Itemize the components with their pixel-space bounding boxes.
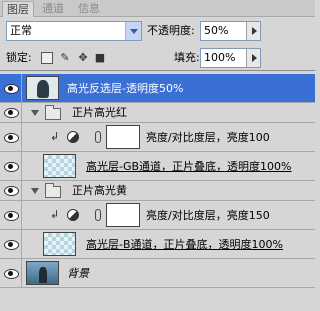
tab-layers[interactable]: 图层	[2, 1, 34, 17]
layers-list: 高光反选层-透明度50% 正片高光红 ↲ 亮度/对比度层，亮度100 高光层-G…	[0, 70, 315, 311]
row-separator	[21, 123, 22, 151]
lock-fill-row: 锁定: ✎ ✥ ■ 填充: 100%	[0, 47, 315, 69]
row-separator	[21, 152, 22, 180]
chevron-down-icon[interactable]	[125, 22, 141, 40]
visibility-eye-icon[interactable]	[3, 160, 19, 174]
group-row[interactable]: 正片高光红	[0, 103, 315, 123]
visibility-eye-icon[interactable]	[3, 184, 19, 198]
folder-icon	[45, 105, 61, 120]
opacity-label: 不透明度:	[147, 24, 195, 37]
clipping-arrow-icon: ↲	[50, 130, 60, 143]
layer-row[interactable]: 背景	[0, 259, 315, 288]
row-separator	[21, 259, 22, 287]
panel-tabs: 图层 通道 信息	[0, 0, 315, 17]
link-chain-icon[interactable]	[95, 131, 101, 143]
layer-name: 亮度/对比度层，亮度100	[146, 131, 270, 144]
brightness-contrast-icon	[67, 209, 79, 221]
opacity-slider-arrow-icon[interactable]	[246, 22, 260, 40]
row-separator	[21, 74, 22, 102]
visibility-eye-icon[interactable]	[3, 267, 19, 281]
visibility-eye-icon[interactable]	[3, 131, 19, 145]
row-separator	[21, 201, 22, 229]
row-separator	[21, 181, 22, 200]
tab-info[interactable]: 信息	[74, 1, 104, 17]
layer-row[interactable]: ↲ 亮度/对比度层，亮度150	[0, 201, 315, 230]
visibility-eye-icon[interactable]	[3, 106, 19, 120]
layer-name: 亮度/对比度层，亮度150	[146, 209, 270, 222]
layer-mask-thumbnail	[106, 125, 140, 149]
layer-row[interactable]: ↲ 亮度/对比度层，亮度100	[0, 123, 315, 152]
blend-mode-value: 正常	[10, 24, 32, 37]
layer-thumbnail	[26, 261, 59, 285]
layer-row[interactable]: 高光反选层-透明度50%	[0, 74, 315, 103]
blend-opacity-row: 正常 不透明度: 50%	[0, 20, 315, 42]
visibility-eye-icon[interactable]	[3, 209, 19, 223]
layer-name: 背景	[67, 267, 89, 280]
layer-row[interactable]: 高光层-B通道，正片叠底，透明度100%	[0, 230, 315, 259]
opacity-input[interactable]: 50%	[200, 21, 261, 41]
layer-row[interactable]: 高光层-GB通道，正片叠底，透明度100%	[0, 152, 315, 181]
layer-thumbnail	[26, 76, 59, 100]
layer-thumbnail	[43, 232, 76, 256]
layer-name: 高光反选层-透明度50%	[67, 82, 184, 95]
lock-position-icon[interactable]: ✥	[77, 52, 89, 64]
blend-mode-select[interactable]: 正常	[6, 21, 142, 41]
folder-icon	[45, 183, 61, 198]
layer-mask-thumbnail	[106, 203, 140, 227]
fill-label: 填充:	[174, 51, 200, 64]
link-chain-icon[interactable]	[95, 209, 101, 221]
fill-input[interactable]: 100%	[200, 48, 261, 68]
layer-name: 高光层-B通道，正片叠底，透明度100%	[86, 238, 283, 251]
group-row[interactable]: 正片高光黄	[0, 181, 315, 201]
fill-value: 100%	[204, 51, 236, 64]
lock-all-icon[interactable]: ■	[94, 52, 106, 64]
lock-label: 锁定:	[6, 51, 32, 64]
group-name: 正片高光红	[72, 106, 127, 119]
layer-name: 高光层-GB通道，正片叠底，透明度100%	[86, 160, 292, 173]
expand-triangle-icon[interactable]	[31, 188, 39, 194]
opacity-value: 50%	[204, 24, 229, 37]
group-name: 正片高光黄	[72, 184, 127, 197]
fill-slider-arrow-icon[interactable]	[246, 49, 260, 67]
brightness-contrast-icon	[67, 131, 79, 143]
lock-transparent-pixels-icon[interactable]	[41, 52, 53, 64]
tab-channels[interactable]: 通道	[38, 1, 68, 17]
visibility-eye-icon[interactable]	[3, 82, 19, 96]
row-separator	[21, 230, 22, 258]
clipping-arrow-icon: ↲	[50, 208, 60, 221]
lock-image-pixels-icon[interactable]: ✎	[59, 52, 71, 64]
layer-thumbnail	[43, 154, 76, 178]
visibility-eye-icon[interactable]	[3, 238, 19, 252]
row-separator	[21, 103, 22, 122]
expand-triangle-icon[interactable]	[31, 110, 39, 116]
